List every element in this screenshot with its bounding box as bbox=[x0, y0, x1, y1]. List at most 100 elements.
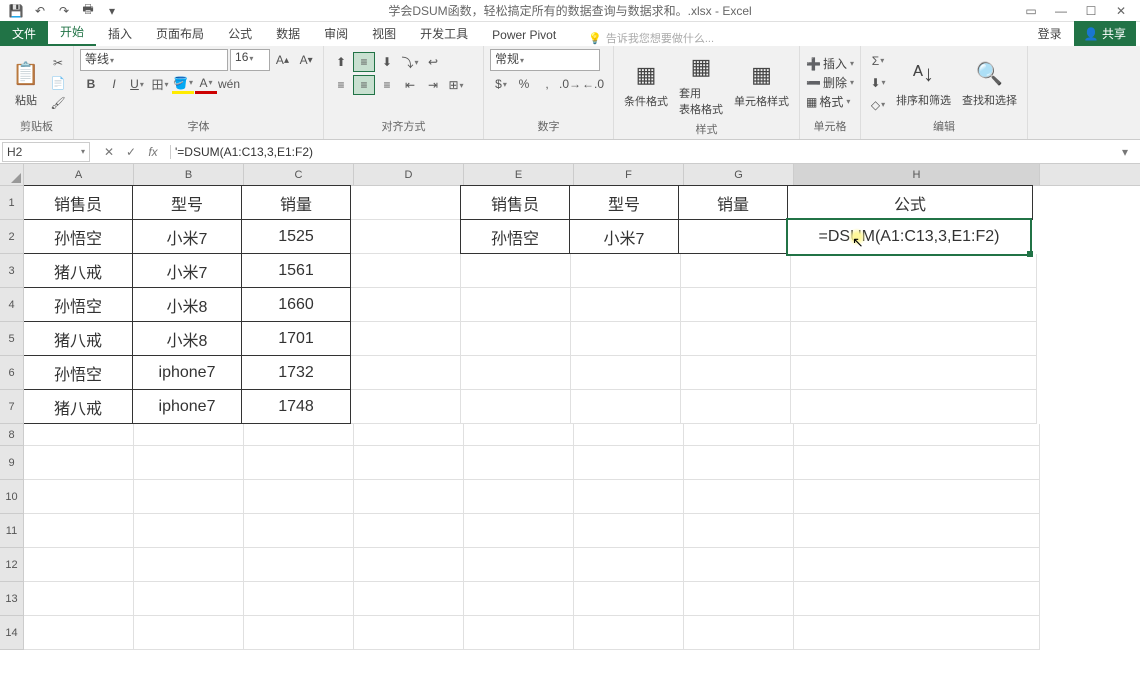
name-box[interactable]: H2▾ bbox=[2, 142, 90, 162]
save-icon[interactable]: 💾 bbox=[8, 3, 24, 19]
cell-A2[interactable]: 孙悟空 bbox=[24, 219, 133, 254]
cell-E12[interactable] bbox=[464, 548, 574, 582]
cell-D9[interactable] bbox=[354, 446, 464, 480]
align-right-icon[interactable]: ≡ bbox=[376, 75, 398, 95]
cell-A10[interactable] bbox=[24, 480, 134, 514]
cell-styles-button[interactable]: ▦单元格样式 bbox=[730, 57, 793, 111]
enter-icon[interactable]: ✓ bbox=[122, 145, 140, 159]
cell-A11[interactable] bbox=[24, 514, 134, 548]
cell-A6[interactable]: 孙悟空 bbox=[24, 355, 133, 390]
currency-icon[interactable]: $▾ bbox=[490, 74, 512, 94]
cell-F5[interactable] bbox=[571, 322, 681, 356]
col-header-C[interactable]: C bbox=[244, 164, 354, 185]
cell-E13[interactable] bbox=[464, 582, 574, 616]
copy-icon[interactable]: 📄 bbox=[49, 74, 67, 92]
cell-A1[interactable]: 销售员 bbox=[24, 185, 133, 220]
cell-D4[interactable] bbox=[351, 288, 461, 322]
share-button[interactable]: 👤 共享 bbox=[1074, 21, 1136, 46]
cell-A12[interactable] bbox=[24, 548, 134, 582]
cell-E5[interactable] bbox=[461, 322, 571, 356]
cell-H8[interactable] bbox=[794, 424, 1040, 446]
cell-F2[interactable]: 小米7 bbox=[569, 219, 679, 254]
cell-A7[interactable]: 猪八戒 bbox=[24, 389, 133, 424]
tab-view[interactable]: 视图 bbox=[360, 21, 408, 46]
col-header-H[interactable]: H bbox=[794, 164, 1040, 185]
align-left-icon[interactable]: ≡ bbox=[330, 75, 352, 95]
format-cells-button[interactable]: ▦格式▾ bbox=[806, 93, 854, 110]
cell-A4[interactable]: 孙悟空 bbox=[24, 287, 133, 322]
cell-E8[interactable] bbox=[464, 424, 574, 446]
cell-C2[interactable]: 1525 bbox=[241, 219, 351, 254]
bold-icon[interactable]: B bbox=[80, 74, 102, 94]
cell-B3[interactable]: 小米7 bbox=[132, 253, 242, 288]
cell-D14[interactable] bbox=[354, 616, 464, 650]
cell-B6[interactable]: iphone7 bbox=[132, 355, 242, 390]
cell-G13[interactable] bbox=[684, 582, 794, 616]
cell-G4[interactable] bbox=[681, 288, 791, 322]
cell-G3[interactable] bbox=[681, 254, 791, 288]
orientation-icon[interactable]: ⤵▾ bbox=[399, 52, 421, 72]
autosum-icon[interactable]: Σ▾ bbox=[867, 51, 889, 71]
cell-H9[interactable] bbox=[794, 446, 1040, 480]
cell-H12[interactable] bbox=[794, 548, 1040, 582]
cell-C5[interactable]: 1701 bbox=[241, 321, 351, 356]
col-header-B[interactable]: B bbox=[134, 164, 244, 185]
cell-E2[interactable]: 孙悟空 bbox=[460, 219, 570, 254]
cell-D8[interactable] bbox=[354, 424, 464, 446]
row-header-6[interactable]: 6 bbox=[0, 356, 23, 390]
cell-E6[interactable] bbox=[461, 356, 571, 390]
row-header-12[interactable]: 12 bbox=[0, 548, 23, 582]
cell-C13[interactable] bbox=[244, 582, 354, 616]
account-signin[interactable]: 登录 bbox=[1026, 21, 1074, 46]
cell-H1[interactable]: 公式 bbox=[787, 185, 1033, 220]
cell-H2[interactable]: =DSUM(A1:C13,3,E1:F2) ↖ bbox=[786, 218, 1032, 256]
col-header-D[interactable]: D bbox=[354, 164, 464, 185]
cancel-icon[interactable]: ✕ bbox=[100, 145, 118, 159]
ribbon-options-icon[interactable]: ▭ bbox=[1020, 2, 1042, 20]
cell-C7[interactable]: 1748 bbox=[241, 389, 351, 424]
cell-G9[interactable] bbox=[684, 446, 794, 480]
row-header-13[interactable]: 13 bbox=[0, 582, 23, 616]
increase-indent-icon[interactable]: ⇥ bbox=[422, 75, 444, 95]
underline-icon[interactable]: U▾ bbox=[126, 74, 148, 94]
clear-icon[interactable]: ◇▾ bbox=[867, 95, 889, 115]
cell-F8[interactable] bbox=[574, 424, 684, 446]
tab-data[interactable]: 数据 bbox=[264, 21, 312, 46]
cell-G5[interactable] bbox=[681, 322, 791, 356]
decrease-font-icon[interactable]: A▾ bbox=[295, 50, 317, 70]
cell-D10[interactable] bbox=[354, 480, 464, 514]
cell-D7[interactable] bbox=[351, 390, 461, 424]
cell-B1[interactable]: 型号 bbox=[132, 185, 242, 220]
find-select-button[interactable]: 🔍查找和选择 bbox=[958, 56, 1021, 110]
tab-review[interactable]: 审阅 bbox=[312, 21, 360, 46]
cell-B11[interactable] bbox=[134, 514, 244, 548]
fill-icon[interactable]: ⬇▾ bbox=[867, 73, 889, 93]
percent-icon[interactable]: % bbox=[513, 74, 535, 94]
col-header-E[interactable]: E bbox=[464, 164, 574, 185]
comma-icon[interactable]: , bbox=[536, 74, 558, 94]
font-size-select[interactable]: 16▾ bbox=[230, 49, 270, 71]
delete-cells-button[interactable]: ➖删除▾ bbox=[806, 74, 854, 91]
cell-B9[interactable] bbox=[134, 446, 244, 480]
cell-H3[interactable] bbox=[791, 254, 1037, 288]
phonetic-icon[interactable]: wén bbox=[218, 74, 240, 94]
cut-icon[interactable]: ✂ bbox=[49, 54, 67, 72]
cell-A8[interactable] bbox=[24, 424, 134, 446]
cell-F13[interactable] bbox=[574, 582, 684, 616]
undo-icon[interactable]: ↶ bbox=[32, 3, 48, 19]
border-icon[interactable]: 田▾ bbox=[149, 74, 171, 94]
cell-H7[interactable] bbox=[791, 390, 1037, 424]
close-icon[interactable]: ✕ bbox=[1110, 2, 1132, 20]
cell-G2[interactable] bbox=[678, 219, 788, 254]
align-top-icon[interactable]: ⬆ bbox=[330, 52, 352, 72]
cell-F3[interactable] bbox=[571, 254, 681, 288]
merge-icon[interactable]: ⊞▾ bbox=[445, 75, 467, 95]
cell-B14[interactable] bbox=[134, 616, 244, 650]
cell-D12[interactable] bbox=[354, 548, 464, 582]
cell-F1[interactable]: 型号 bbox=[569, 185, 679, 220]
cell-C6[interactable]: 1732 bbox=[241, 355, 351, 390]
tab-powerpivot[interactable]: Power Pivot bbox=[480, 24, 568, 46]
paste-button[interactable]: 📋 粘贴 bbox=[6, 56, 46, 110]
expand-formula-icon[interactable]: ▾ bbox=[1122, 145, 1140, 159]
font-name-select[interactable]: 等线▾ bbox=[80, 49, 228, 71]
